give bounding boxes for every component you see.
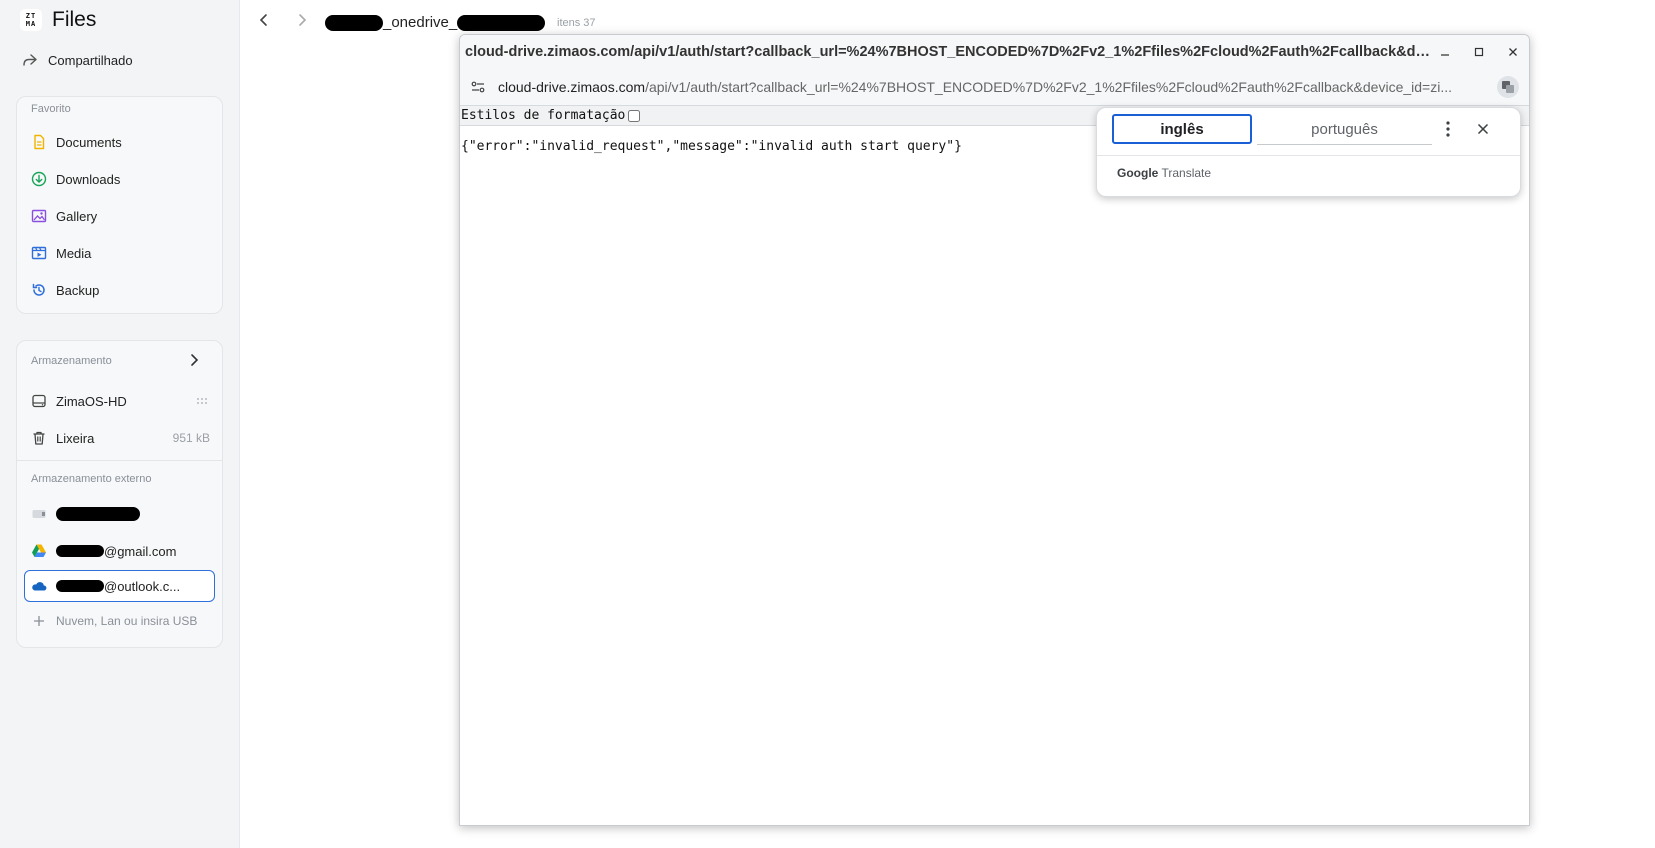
trash-size: 951 kB <box>172 431 210 445</box>
plus-icon <box>31 613 47 629</box>
onedrive-icon <box>31 578 47 594</box>
back-button[interactable] <box>258 13 270 32</box>
backup-icon <box>31 282 47 298</box>
sidebar-item-trash[interactable]: Lixeira 951 kB <box>31 427 210 449</box>
maximize-button[interactable] <box>1469 42 1489 62</box>
window-title: cloud-drive.zimaos.com/api/v1/auth/start… <box>465 44 1435 60</box>
forward-button[interactable] <box>296 13 308 32</box>
site-info-icon[interactable] <box>470 79 486 100</box>
brand-google: Google <box>1117 166 1159 180</box>
redacted-text <box>325 14 383 31</box>
sidebar-item-label: @outlook.c... <box>104 578 181 594</box>
sidebar-item-documents[interactable]: Documents <box>31 131 210 153</box>
storage-section: Armazenamento ZimaOS-HD Lixeira 951 kB A… <box>16 340 223 648</box>
logo-text-bottom: MA <box>25 20 37 28</box>
download-icon <box>31 171 47 187</box>
chevron-right-icon <box>299 14 307 26</box>
favorites-section: Favorito Documents Downloads Gallery Med… <box>16 96 223 314</box>
item-count: itens 37 <box>557 17 596 29</box>
chevron-right-icon[interactable] <box>188 353 200 372</box>
more-options-icon[interactable] <box>1445 120 1451 143</box>
close-translate-icon[interactable] <box>1477 122 1489 140</box>
drag-handle-icon[interactable] <box>196 394 210 408</box>
google-translate-brand: Google Translate <box>1117 166 1211 180</box>
close-icon <box>1509 48 1517 56</box>
chevron-left-icon <box>259 14 267 26</box>
sidebar-item-label: Compartilhado <box>48 52 133 68</box>
translate-popup: inglês português Google Translate <box>1096 107 1521 197</box>
breadcrumb-folder: _onedrive_ <box>383 14 458 31</box>
pretty-print-checkbox[interactable] <box>628 109 641 122</box>
external-storage-title: Armazenamento externo <box>31 473 152 485</box>
sidebar-item-backup[interactable]: Backup <box>31 279 210 301</box>
redacted-label <box>56 507 140 521</box>
address-bar[interactable]: cloud-drive.zimaos.com/api/v1/auth/start… <box>460 69 1529 106</box>
translate-page-button[interactable] <box>1497 76 1519 98</box>
json-response-body: {"error":"invalid_request","message":"in… <box>461 139 962 154</box>
sidebar-item-external-usb[interactable] <box>31 503 210 525</box>
breadcrumb[interactable]: _onedrive_ <box>325 14 546 31</box>
media-icon <box>31 245 47 261</box>
sidebar-item-label: Backup <box>56 282 100 298</box>
sidebar: ZT MA Files Compartilhado Favorito Docum… <box>0 0 240 848</box>
sidebar-item-gallery[interactable]: Gallery <box>31 205 210 227</box>
pretty-print-label: Estilos de formatação <box>461 108 626 123</box>
share-icon <box>22 52 38 68</box>
sidebar-item-label: ZimaOS-HD <box>56 393 127 409</box>
close-window-button[interactable] <box>1503 42 1523 62</box>
redacted-email <box>56 580 104 592</box>
sidebar-item-onedrive[interactable]: @outlook.c... <box>31 575 210 597</box>
sidebar-item-zimaos-hd[interactable]: ZimaOS-HD <box>31 390 210 412</box>
sidebar-item-google-drive[interactable]: @gmail.com <box>31 540 210 562</box>
google-drive-icon <box>31 543 47 559</box>
sidebar-item-shared[interactable]: Compartilhado <box>22 52 133 68</box>
app-title: Files <box>52 8 97 31</box>
sidebar-item-downloads[interactable]: Downloads <box>31 168 210 190</box>
add-storage-button[interactable]: Nuvem, Lan ou insira USB <box>31 610 210 632</box>
sidebar-item-label: @gmail.com <box>104 543 177 559</box>
target-language-tab[interactable]: português <box>1257 114 1432 145</box>
app-header: ZT MA Files <box>20 8 96 32</box>
minimize-icon <box>1441 54 1449 56</box>
maximize-icon <box>1474 47 1484 57</box>
url-text[interactable]: cloud-drive.zimaos.com/api/v1/auth/start… <box>498 79 1458 95</box>
redacted-text <box>457 14 546 31</box>
sidebar-item-label: Documents <box>56 134 122 150</box>
storage-title: Armazenamento <box>31 355 112 367</box>
trash-icon <box>31 430 47 446</box>
minimize-button[interactable] <box>1435 42 1455 62</box>
url-host: cloud-drive.zimaos.com <box>498 79 646 95</box>
sidebar-item-label: Gallery <box>56 208 98 224</box>
window-titlebar[interactable]: cloud-drive.zimaos.com/api/v1/auth/start… <box>460 35 1529 69</box>
usb-drive-icon <box>31 506 47 522</box>
url-path: /api/v1/auth/start?callback_url=%24%7BHO… <box>645 79 1452 95</box>
section-divider <box>17 460 222 461</box>
sidebar-item-media[interactable]: Media <box>31 242 210 264</box>
brand-translate: Translate <box>1161 166 1212 180</box>
document-icon <box>31 134 47 150</box>
add-storage-label: Nuvem, Lan ou insira USB <box>56 614 198 628</box>
logo-text-top: ZT <box>25 12 37 20</box>
sidebar-item-label: Downloads <box>56 171 121 187</box>
zima-logo: ZT MA <box>20 9 42 31</box>
image-icon <box>31 208 47 224</box>
drive-icon <box>31 393 47 409</box>
translate-icon <box>1502 81 1514 93</box>
sidebar-item-label: Media <box>56 245 92 261</box>
favorites-title: Favorito <box>31 103 71 115</box>
sidebar-item-label: Lixeira <box>56 430 95 446</box>
translate-divider <box>1097 155 1520 156</box>
source-language-tab[interactable]: inglês <box>1112 114 1252 144</box>
redacted-email <box>56 545 104 557</box>
